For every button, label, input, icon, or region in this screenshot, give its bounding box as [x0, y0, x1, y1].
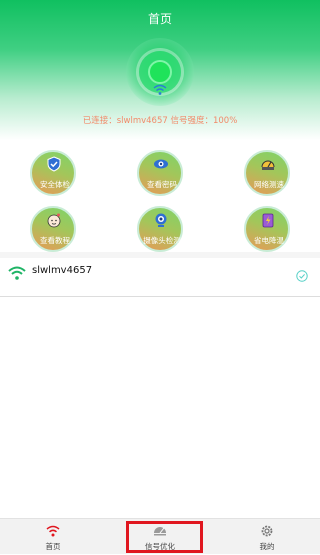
check-circle-icon: [296, 270, 308, 282]
wifi-icon: [8, 266, 26, 280]
list-divider: [0, 296, 320, 297]
tab-mine[interactable]: 我的: [214, 519, 320, 555]
feature-label: 安全体检: [40, 180, 70, 189]
shield-icon: [47, 156, 61, 172]
wifi-list-item[interactable]: slwlmv4657: [0, 258, 320, 294]
battery-icon: [262, 213, 274, 228]
camera-icon: [155, 213, 167, 227]
feature-security-check[interactable]: 安全体检: [30, 150, 76, 196]
speedometer-icon: [261, 160, 275, 170]
gear-icon: [261, 525, 273, 537]
page-title: 首页: [147, 12, 172, 26]
wifi-icon: [46, 525, 60, 537]
eye-icon: [154, 159, 168, 169]
feature-label: 摄像头检测: [143, 236, 181, 245]
character-icon: [47, 213, 61, 228]
tab-home[interactable]: 首页: [0, 519, 106, 555]
feature-label: 网络测速: [254, 180, 284, 189]
feature-power-saving[interactable]: 省电降温: [244, 206, 290, 252]
connection-status: 已连接：slwlmv4657 信号强度：100%: [82, 116, 238, 126]
tab-label: 我的: [259, 542, 275, 551]
feature-label: 查看教程: [40, 236, 70, 245]
tab-label: 首页: [45, 542, 61, 551]
feature-camera-detect[interactable]: 摄像头检测: [137, 206, 183, 252]
wifi-name: slwlmv4657: [32, 265, 93, 276]
feature-label: 省电降温: [254, 236, 284, 245]
signal-orb-button[interactable]: [148, 60, 172, 84]
feature-view-password[interactable]: 查看密码: [137, 150, 183, 196]
highlight-annotation-box: [126, 521, 203, 553]
feature-label: 查看密码: [147, 180, 177, 189]
wifi-small-icon: [153, 84, 167, 95]
feature-view-tutorial[interactable]: 查看教程: [30, 206, 76, 252]
feature-speed-test[interactable]: 网络测速: [244, 150, 290, 196]
